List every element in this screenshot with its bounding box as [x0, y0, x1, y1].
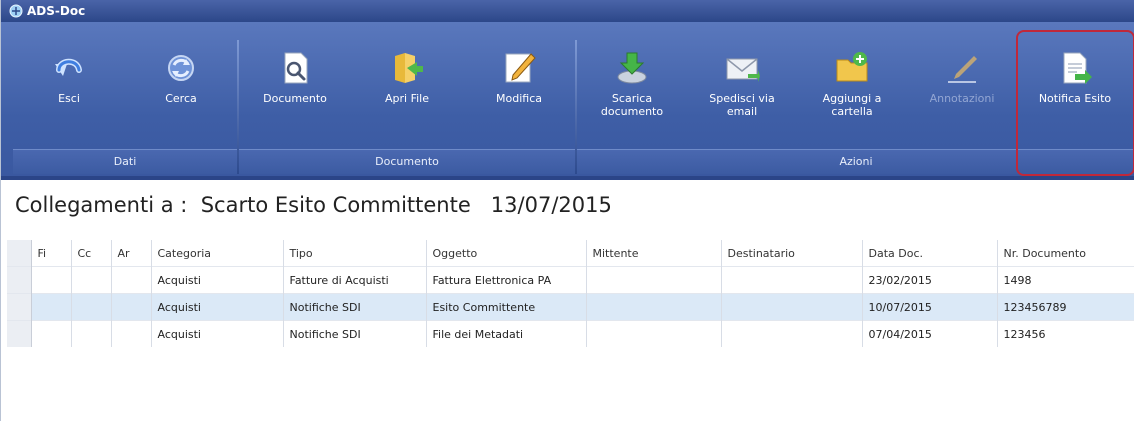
table-cell: [31, 266, 72, 294]
esci-label: Esci: [58, 92, 80, 105]
table-cell: [31, 293, 72, 321]
table-header-row: Fi Cc Ar Categoria Tipo Oggetto Mittente…: [7, 240, 1134, 267]
table-cell: [586, 293, 722, 321]
envelope-icon: [726, 58, 760, 82]
aggiungi-cartella-button[interactable]: Aggiungi a cartella: [797, 40, 907, 148]
column-header[interactable]: Mittente: [586, 240, 722, 267]
page-title: Collegamenti a : Scarto Esito Committent…: [15, 193, 612, 217]
ribbon-group-label-documento: Documento: [239, 149, 575, 174]
table-cell: Acquisti: [151, 293, 284, 321]
table-row[interactable]: Acquisti Notifiche SDI File dei Metadati…: [7, 320, 1134, 347]
table-cell: 123456789: [997, 293, 1134, 321]
table-cell: Fattura Elettronica PA: [426, 266, 587, 294]
heading-subject: Scarto Esito Committente: [200, 193, 471, 217]
table-cell: [586, 320, 722, 347]
row-selector-header: [7, 240, 32, 267]
download-icon: [617, 52, 647, 84]
documento-label: Documento: [263, 92, 327, 105]
table-cell: 1498: [997, 266, 1134, 294]
table-cell: Acquisti: [151, 266, 284, 294]
table-cell: [71, 293, 112, 321]
table-cell: 10/07/2015: [862, 293, 998, 321]
table-cell: [586, 266, 722, 294]
column-header[interactable]: Nr. Documento: [997, 240, 1134, 267]
app-window: ADS-Doc Esci Cerca Dati Documento Apri F…: [0, 0, 1134, 421]
table-cell: 07/04/2015: [862, 320, 998, 347]
column-header[interactable]: Tipo: [283, 240, 427, 267]
table-cell: Notifiche SDI: [283, 293, 427, 321]
table-cell: 123456: [997, 320, 1134, 347]
modifica-button[interactable]: Modifica: [463, 40, 575, 148]
spedisci-email-label: Spedisci via email: [709, 92, 775, 118]
esci-button[interactable]: Esci: [13, 40, 125, 148]
table-cell: [111, 320, 152, 347]
column-header[interactable]: Fi: [31, 240, 72, 267]
pencil-icon: [505, 53, 536, 83]
apri-file-label: Apri File: [385, 92, 429, 105]
table-row-selected[interactable]: Acquisti Notifiche SDI Esito Committente…: [7, 293, 1134, 321]
app-logo-icon: [9, 4, 23, 18]
table-cell: Acquisti: [151, 320, 284, 347]
column-header[interactable]: Data Doc.: [862, 240, 998, 267]
modifica-label: Modifica: [496, 92, 542, 105]
notifica-esito-highlight: [1016, 30, 1134, 176]
column-header[interactable]: Destinatario: [721, 240, 863, 267]
documents-table: Fi Cc Ar Categoria Tipo Oggetto Mittente…: [7, 240, 1134, 347]
annotazioni-label: Annotazioni: [929, 92, 995, 105]
table-cell: [111, 266, 152, 294]
refresh-icon: [168, 55, 194, 81]
row-selector[interactable]: [7, 293, 32, 321]
apri-file-button[interactable]: Apri File: [351, 40, 463, 148]
table-cell: [721, 293, 863, 321]
column-header[interactable]: Categoria: [151, 240, 284, 267]
table-cell: 23/02/2015: [862, 266, 998, 294]
heading-prefix: Collegamenti a :: [15, 193, 188, 217]
column-header[interactable]: Oggetto: [426, 240, 587, 267]
column-header[interactable]: Ar: [111, 240, 152, 267]
documento-button[interactable]: Documento: [239, 40, 351, 148]
table-row[interactable]: Acquisti Fatture di Acquisti Fattura Ele…: [7, 266, 1134, 294]
cerca-button[interactable]: Cerca: [125, 40, 237, 148]
undo-arrow-icon: [55, 58, 82, 76]
window-title: ADS-Doc: [27, 4, 86, 18]
table-cell: [721, 266, 863, 294]
ribbon-group-dati: Esci Cerca Dati: [13, 40, 237, 174]
row-selector[interactable]: [7, 320, 32, 347]
scarica-documento-button[interactable]: Scarica documento: [577, 40, 687, 148]
annotazioni-button[interactable]: Annotazioni: [907, 40, 1017, 148]
table-cell: [71, 320, 112, 347]
scarica-documento-label: Scarica documento: [600, 92, 664, 118]
table-cell: [721, 320, 863, 347]
table-cell: Fatture di Acquisti: [283, 266, 427, 294]
heading-date: 13/07/2015: [490, 193, 612, 217]
table-cell: Esito Committente: [426, 293, 587, 321]
annotation-pen-icon: [948, 56, 977, 83]
ribbon-group-label-dati: Dati: [13, 149, 237, 174]
table-cell: [31, 320, 72, 347]
row-selector[interactable]: [7, 266, 32, 294]
spedisci-email-button[interactable]: Spedisci via email: [687, 40, 797, 148]
column-header[interactable]: Cc: [71, 240, 112, 267]
table-cell: [71, 266, 112, 294]
title-bar: ADS-Doc: [1, 0, 1134, 22]
table-cell: [111, 293, 152, 321]
ribbon-group-documento: Documento Apri File Modifica Documento: [239, 40, 575, 174]
open-folder-icon: [395, 53, 423, 83]
magnifier-document-icon: [284, 52, 308, 84]
table-cell: File dei Metadati: [426, 320, 587, 347]
cerca-label: Cerca: [165, 92, 197, 105]
aggiungi-cartella-label: Aggiungi a cartella: [822, 92, 882, 118]
table-cell: Notifiche SDI: [283, 320, 427, 347]
ribbon-toolbar: Esci Cerca Dati Documento Apri File Modi…: [1, 22, 1134, 180]
folder-add-icon: [836, 52, 868, 82]
